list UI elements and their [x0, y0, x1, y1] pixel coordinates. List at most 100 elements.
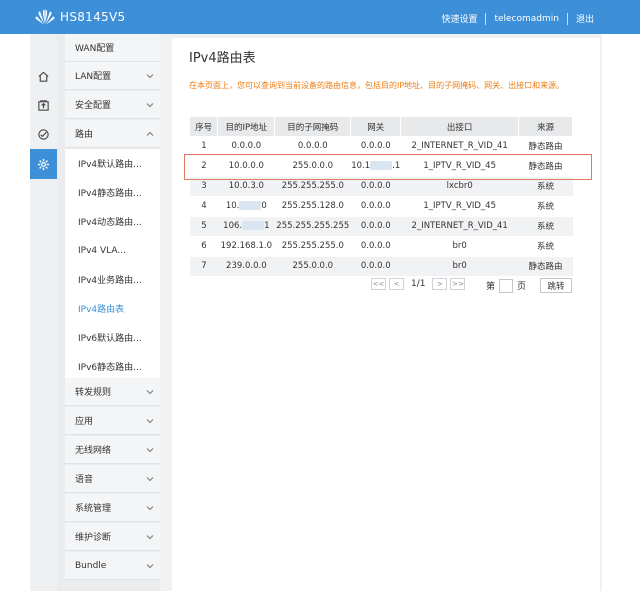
table-row[interactable]: 4 10. 0 255.255.128.0 0.0.0.0 1_IPTV_R_VI… [190, 196, 573, 217]
submenu-ipv4-service-route[interactable]: IPv4业务路由... [65, 265, 160, 294]
submenu-ipv6-static-route[interactable]: IPv6静态路由... [65, 352, 160, 381]
cell: 7 [190, 256, 218, 277]
cell: 1_IPTV_R_VID_45 [400, 196, 519, 217]
chevron-down-icon [146, 418, 154, 423]
menu-lan[interactable]: LAN配置 [65, 62, 160, 90]
divider [566, 12, 568, 25]
home-icon [38, 71, 49, 82]
quick-setup-link[interactable]: 快速设置 [441, 12, 477, 25]
submenu-ipv6-default-route[interactable]: IPv6默认路由... [65, 323, 160, 352]
next-page-button[interactable]: > [432, 278, 448, 290]
cell: 0.0.0.0 [350, 196, 401, 217]
cell: 255.255.255.255 [274, 216, 351, 237]
rail-home[interactable] [30, 62, 57, 90]
menu-voice[interactable]: 语音 [65, 465, 160, 493]
col-dest-ip: 目的IP地址 [217, 117, 276, 136]
cell: 系统 [518, 236, 573, 257]
cell: 2_INTERNET_R_VID_41 [400, 136, 519, 157]
submenu-ipv4-dynamic-route[interactable]: IPv4动态路由... [65, 207, 160, 236]
page-number-input[interactable] [499, 278, 514, 293]
cell: 0.0.0.0 [350, 216, 401, 237]
page-label: 第 [486, 282, 496, 292]
menu-system[interactable]: 系统管理 [65, 494, 160, 522]
cell: 静态路由 [518, 136, 573, 157]
redacted-block [242, 221, 265, 230]
top-bar: HS8145V5 快速设置 telecomadmin 退出 [0, 0, 640, 34]
chevron-down-icon [146, 534, 154, 539]
col-index: 序号 [190, 117, 219, 136]
chevron-down-icon [146, 389, 154, 394]
rail-settings[interactable] [30, 149, 57, 179]
cell: 系统 [518, 196, 573, 217]
cell: 0.0.0.0 [350, 136, 401, 157]
cell: 0.0.0.0 [274, 136, 351, 157]
menu-label: LAN配置 [75, 72, 112, 82]
cell: 6 [190, 236, 218, 257]
divider [485, 12, 487, 25]
menu-label: Bundle [75, 560, 107, 571]
ip-suffix: 0 [261, 201, 267, 211]
prev-page-button[interactable]: < [389, 278, 404, 290]
device-model: HS8145V5 [60, 10, 126, 24]
page-jump: 第 页 跳转 [486, 278, 573, 293]
page-indicator: 1/1 [411, 279, 426, 289]
menu-label: 路由 [75, 130, 94, 140]
menu-label: 语音 [75, 475, 94, 485]
submenu-ipv4-default-route[interactable]: IPv4默认路由... [65, 149, 160, 178]
table-header-row: 序号 目的IP地址 目的子网掩码 网关 出接口 来源 [190, 117, 573, 136]
cell: 0.0.0.0 [350, 256, 401, 277]
chevron-down-icon [146, 563, 154, 568]
menu-wlan[interactable]: 无线网络 [65, 436, 160, 464]
menu-label: WAN配置 [75, 44, 115, 54]
user-name[interactable]: telecomadmin [494, 14, 559, 24]
menu-app[interactable]: 应用 [65, 407, 160, 435]
last-page-button[interactable]: >> [450, 278, 466, 290]
pagination: << < 1/1 > >> [371, 278, 466, 290]
gauge-icon [38, 128, 49, 140]
submenu-ipv4-route-table[interactable]: IPv4路由表 [65, 294, 160, 323]
cell: 静态路由 [518, 256, 573, 277]
chevron-down-icon [146, 476, 154, 481]
cell: 0.0.0.0 [217, 136, 275, 157]
rail-status[interactable] [30, 120, 57, 148]
cell: 255.255.255.0 [274, 236, 351, 257]
chevron-up-icon [146, 131, 154, 136]
menu-label: 系统管理 [75, 504, 112, 514]
table-row[interactable]: 6 192.168.1.0 255.255.255.0 0.0.0.0 br0 … [190, 236, 573, 257]
menu-label: 无线网络 [75, 446, 112, 456]
menu-forward[interactable]: 转发规则 [65, 378, 160, 406]
table-row[interactable]: 1 0.0.0.0 0.0.0.0 0.0.0.0 2_INTERNET_R_V… [190, 136, 573, 157]
icon-rail [30, 34, 57, 591]
col-interface: 出接口 [400, 117, 520, 136]
gear-icon [37, 158, 50, 170]
jump-button[interactable]: 跳转 [540, 278, 573, 293]
cell: 0.0.0.0 [350, 236, 401, 257]
submenu-ipv4-vlan[interactable]: IPv4 VLA... [65, 236, 160, 265]
ip-prefix: 10. [225, 201, 240, 211]
table-row[interactable]: 5 106. 1 255.255.255.255 0.0.0.0 2_INTERN… [190, 216, 573, 237]
menu-label: 维护诊断 [75, 533, 112, 543]
rail-advanced[interactable] [30, 91, 57, 119]
chevron-down-icon [146, 447, 154, 452]
submenu-ipv4-static-route[interactable]: IPv4静态路由... [65, 178, 160, 207]
cell: 10. 0 [217, 196, 275, 217]
redacted-block [239, 201, 262, 210]
menu-maintenance[interactable]: 维护诊断 [65, 523, 160, 551]
cell: 4 [190, 196, 218, 217]
menu-security[interactable]: 安全配置 [65, 91, 160, 119]
menu-bundle[interactable]: Bundle [65, 552, 160, 580]
first-page-button[interactable]: << [371, 278, 386, 290]
highlight-box [184, 154, 592, 180]
logout-link[interactable]: 退出 [576, 12, 594, 25]
cell: 255.255.128.0 [274, 196, 351, 217]
table-row[interactable]: 7 239.0.0.0 255.0.0.0 0.0.0.0 br0 静态路由 [190, 256, 573, 277]
chevron-down-icon [146, 505, 154, 510]
menu-route[interactable]: 路由 [65, 120, 160, 148]
side-menu: WAN配置 LAN配置 安全配置 路由 IPv4默认路由... IPv4静态路由… [57, 34, 160, 591]
route-table: 序号 目的IP地址 目的子网掩码 网关 出接口 来源 1 0.0.0.0 0.0… [190, 117, 573, 277]
cell: 239.0.0.0 [217, 256, 275, 277]
col-gateway: 网关 [350, 117, 402, 136]
chevron-down-icon [146, 102, 154, 107]
main-content: IPv4路由表 在本页面上，您可以查询到当前设备的路由信息，包括目的IP地址、目… [172, 38, 600, 591]
menu-wan[interactable]: WAN配置 [65, 34, 160, 62]
